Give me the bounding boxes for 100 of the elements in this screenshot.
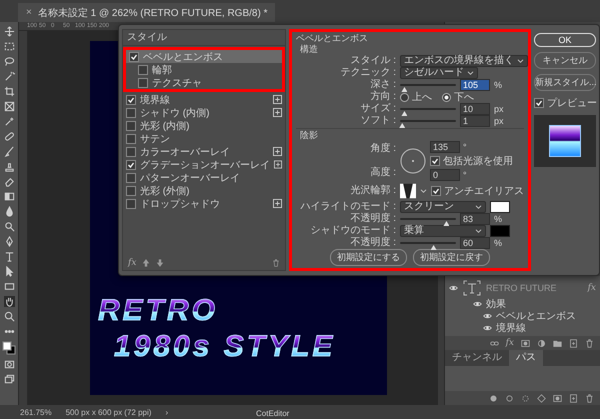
number-field[interactable]: 105 bbox=[460, 79, 490, 91]
down-arrow-icon[interactable] bbox=[156, 259, 164, 267]
trash-icon[interactable] bbox=[585, 394, 594, 402]
screen-mode-icon[interactable] bbox=[4, 374, 14, 385]
up-arrow-icon[interactable] bbox=[142, 259, 150, 267]
checkbox[interactable] bbox=[126, 120, 136, 130]
checkbox[interactable] bbox=[138, 64, 148, 74]
rectangle-icon[interactable] bbox=[4, 281, 14, 292]
dropdown[interactable]: 乗算 bbox=[400, 225, 486, 237]
adjustment-icon[interactable] bbox=[537, 338, 546, 348]
radio-button[interactable] bbox=[442, 92, 451, 102]
slider-thumb[interactable] bbox=[399, 123, 406, 128]
cursor-icon[interactable] bbox=[4, 266, 14, 277]
dropdown[interactable]: シゼルハード bbox=[400, 67, 478, 79]
dialog-button[interactable]: 新規スタイル... bbox=[534, 74, 596, 91]
dialog-button[interactable]: OK bbox=[534, 33, 596, 47]
number-field[interactable]: 1 bbox=[460, 115, 490, 127]
slider-thumb[interactable] bbox=[401, 111, 408, 116]
slider-thumb[interactable] bbox=[443, 221, 450, 226]
new-layer-icon[interactable] bbox=[569, 338, 578, 348]
style-item[interactable]: パターンオーバーレイ bbox=[123, 171, 285, 184]
frame-icon[interactable] bbox=[4, 101, 14, 112]
style-item[interactable]: カラーオーバーレイ bbox=[123, 145, 285, 158]
panel-tab[interactable]: パス bbox=[509, 350, 543, 366]
quick-mask-icon[interactable] bbox=[4, 359, 14, 370]
trash-icon[interactable] bbox=[585, 338, 594, 348]
effect-row[interactable]: ベベルとエンボス bbox=[445, 310, 600, 322]
style-item[interactable]: 輪郭 bbox=[126, 63, 282, 76]
number-field[interactable]: 0 bbox=[430, 169, 460, 181]
style-item[interactable]: ドロップシャドウ bbox=[123, 197, 285, 210]
checkbox[interactable] bbox=[138, 78, 148, 88]
number-field[interactable]: 135 bbox=[430, 141, 460, 153]
checkbox[interactable] bbox=[126, 186, 136, 196]
marquee-icon[interactable] bbox=[4, 41, 14, 52]
dotted-circle-icon[interactable] bbox=[521, 394, 530, 402]
slider-thumb[interactable] bbox=[430, 245, 437, 250]
type-tool-icon[interactable] bbox=[4, 251, 14, 262]
style-item[interactable]: 光彩 (内側) bbox=[123, 119, 285, 132]
link-icon[interactable] bbox=[490, 338, 499, 348]
stamp-icon[interactable] bbox=[4, 161, 14, 172]
checkbox[interactable] bbox=[126, 94, 136, 104]
folder-icon[interactable] bbox=[553, 338, 562, 348]
checkbox-option[interactable]: プレビュー bbox=[534, 96, 596, 110]
checkbox[interactable] bbox=[534, 98, 544, 108]
eraser-icon[interactable] bbox=[4, 176, 14, 187]
checkbox[interactable] bbox=[431, 186, 441, 196]
lasso-icon[interactable] bbox=[4, 56, 14, 67]
style-item[interactable]: 境界線 bbox=[123, 93, 285, 106]
style-item[interactable]: シャドウ (内側) bbox=[123, 106, 285, 119]
brush-icon[interactable] bbox=[4, 146, 14, 157]
plus-icon[interactable] bbox=[273, 199, 282, 208]
hand-icon[interactable] bbox=[4, 296, 14, 307]
checkbox[interactable] bbox=[126, 172, 136, 182]
wand-icon[interactable] bbox=[4, 71, 14, 82]
contour-thumbnail[interactable] bbox=[400, 182, 416, 200]
dropper-icon[interactable] bbox=[4, 116, 14, 127]
dropdown[interactable]: エンボスの境界線を描く bbox=[400, 55, 528, 67]
plus-icon[interactable] bbox=[273, 95, 282, 104]
number-field[interactable]: 60 bbox=[460, 237, 490, 249]
document-tab[interactable]: × 名称未設定 1 @ 262% (RETRO FUTURE, RGB/8) * bbox=[18, 3, 276, 22]
circle-icon[interactable] bbox=[505, 394, 514, 402]
number-field[interactable]: 83 bbox=[460, 213, 490, 225]
angle-dial[interactable] bbox=[400, 148, 426, 174]
diamond-icon[interactable] bbox=[537, 394, 546, 402]
effect-row[interactable]: 境界線 bbox=[445, 322, 600, 334]
dialog-button[interactable]: キャンセル bbox=[534, 52, 596, 69]
plus-icon[interactable] bbox=[273, 108, 282, 117]
panel-tab[interactable]: チャンネル bbox=[445, 350, 509, 366]
style-item[interactable]: ベベルとエンボス bbox=[126, 50, 282, 63]
close-button[interactable]: × bbox=[26, 7, 32, 18]
slider-thumb[interactable] bbox=[401, 87, 408, 92]
checkbox-option[interactable]: 包括光源を使用 bbox=[430, 154, 513, 168]
plus-icon[interactable] bbox=[274, 160, 282, 169]
pen-icon[interactable] bbox=[4, 236, 14, 247]
move-icon[interactable] bbox=[4, 26, 14, 37]
bandage-icon[interactable] bbox=[4, 131, 14, 142]
fx-button[interactable]: fx bbox=[506, 338, 514, 348]
checkbox[interactable] bbox=[126, 146, 136, 156]
checkbox[interactable] bbox=[126, 160, 136, 170]
color-swatch[interactable] bbox=[490, 225, 510, 237]
status-arrow[interactable]: › bbox=[165, 408, 168, 416]
zoom-icon[interactable] bbox=[4, 311, 14, 322]
checkbox[interactable] bbox=[126, 108, 136, 118]
dropdown[interactable]: スクリーン bbox=[400, 201, 486, 213]
checkbox[interactable] bbox=[129, 52, 139, 62]
style-item[interactable]: 光彩 (外側) bbox=[123, 184, 285, 197]
eye-icon[interactable] bbox=[473, 301, 482, 307]
plus-icon[interactable] bbox=[273, 147, 282, 156]
eye-icon[interactable] bbox=[483, 325, 492, 331]
new-path-icon[interactable] bbox=[569, 394, 578, 402]
reset-button[interactable]: 初期設定にする bbox=[330, 249, 407, 266]
number-field[interactable]: 10 bbox=[460, 103, 490, 115]
checkbox[interactable] bbox=[430, 156, 440, 166]
radio-option[interactable]: 下へ bbox=[442, 90, 474, 104]
mask-icon[interactable] bbox=[553, 394, 562, 402]
filled-circle-icon[interactable] bbox=[489, 394, 498, 402]
radio-option[interactable]: 上へ bbox=[400, 90, 432, 104]
checkbox[interactable] bbox=[126, 198, 136, 208]
mask-icon[interactable] bbox=[521, 338, 530, 348]
radio-button[interactable] bbox=[400, 92, 409, 102]
